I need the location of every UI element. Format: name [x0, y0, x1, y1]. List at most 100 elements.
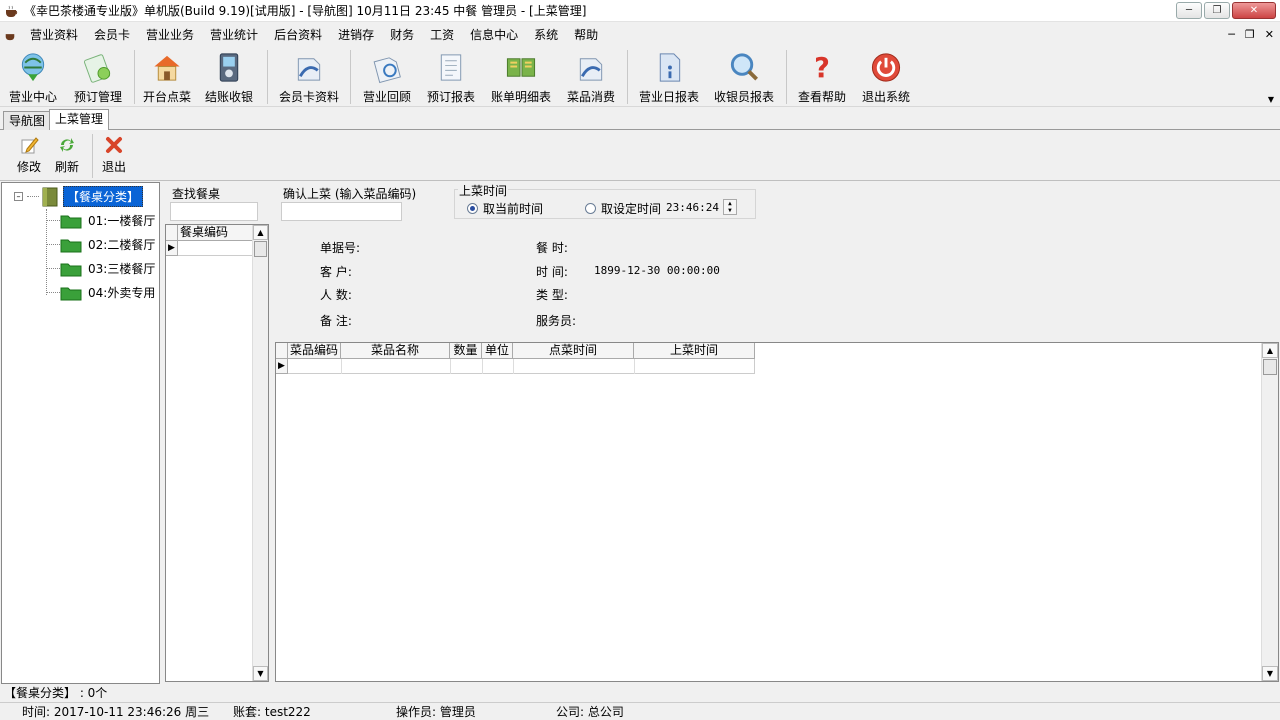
- toolbar-overflow-icon[interactable]: ▼: [1268, 95, 1274, 104]
- column-header-serve-time[interactable]: 上菜时间: [634, 343, 755, 359]
- table-category-tree: – 【餐桌分类】 01:一楼餐厅 02:二楼餐厅 03:三楼餐厅 04:外卖专用: [1, 182, 160, 684]
- spin-down-icon[interactable]: ▼: [724, 207, 736, 214]
- business-center-button[interactable]: 营业中心: [0, 47, 66, 105]
- menu-item-member-card[interactable]: 会员卡: [86, 24, 138, 46]
- scroll-down-icon[interactable]: ▼: [253, 666, 268, 681]
- serve-panel: 确认上菜 (输入菜品编码) 上菜时间 取当前时间 取设定时间 23:46:24 …: [274, 182, 1280, 684]
- toolbar-separator: [627, 50, 628, 104]
- customer-label: 客 户:: [320, 265, 352, 279]
- status-operator: 操作员: 管理员: [396, 705, 476, 719]
- reservation-report-button[interactable]: 预订报表: [419, 47, 483, 105]
- scroll-thumb[interactable]: [254, 241, 267, 257]
- scroll-up-icon[interactable]: ▲: [1262, 343, 1278, 358]
- bill-detail-button[interactable]: 账单明细表: [483, 47, 559, 105]
- checkout-button[interactable]: 结账收银: [195, 47, 263, 105]
- menu-item-business-stats[interactable]: 营业统计: [202, 24, 266, 46]
- refresh-button[interactable]: 刷新: [50, 131, 84, 180]
- app-icon: [6, 5, 18, 17]
- tab-navigation[interactable]: 导航图: [3, 111, 52, 130]
- menu-item-business-ops[interactable]: 营业业务: [138, 24, 202, 46]
- tree-root[interactable]: – 【餐桌分类】: [14, 186, 144, 207]
- find-table-label: 查找餐桌: [172, 187, 221, 201]
- power-icon: [871, 53, 901, 82]
- menu-item-backend-data[interactable]: 后台资料: [266, 24, 330, 46]
- toolbar-separator: [786, 50, 787, 104]
- exit-icon: [106, 137, 122, 153]
- restore-button[interactable]: ❐: [1204, 2, 1230, 19]
- tree-status: 【餐桌分类】 : 0个: [4, 686, 108, 700]
- column-header-table-code[interactable]: 餐桌编码: [178, 225, 254, 241]
- toolbar-separator: [134, 50, 135, 104]
- svg-text:?: ?: [814, 53, 830, 84]
- table-row[interactable]: [178, 241, 254, 256]
- checkout-icon: [219, 53, 239, 82]
- app-menu-icon[interactable]: [4, 29, 16, 41]
- type-label: 类 型:: [536, 288, 568, 302]
- row-indicator-icon: ▶: [276, 359, 288, 374]
- close-button[interactable]: ✕: [1232, 2, 1276, 19]
- tree-root-label[interactable]: 【餐桌分类】: [63, 186, 144, 207]
- menu-item-salary[interactable]: 工资: [422, 24, 462, 46]
- mdi-minimize-icon[interactable]: ─: [1228, 24, 1235, 46]
- table-code-grid[interactable]: 餐桌编码 ▶ ▲ ▼: [165, 224, 269, 682]
- mdi-controls: ─ ❐ ✕: [1228, 24, 1274, 46]
- member-card-button[interactable]: 会员卡资料: [272, 47, 346, 105]
- scroll-up-icon[interactable]: ▲: [253, 225, 268, 240]
- dish-consumption-button[interactable]: 菜品消费: [559, 47, 623, 105]
- open-table-button[interactable]: 开台点菜: [139, 47, 195, 105]
- exit-system-button[interactable]: 退出系统: [853, 47, 919, 105]
- mdi-restore-icon[interactable]: ❐: [1245, 24, 1255, 46]
- tree-node-floor3[interactable]: 03:三楼餐厅: [60, 260, 155, 277]
- mdi-close-icon[interactable]: ✕: [1265, 24, 1274, 46]
- tab-serve-management[interactable]: 上菜管理: [49, 109, 110, 130]
- radio-current-time[interactable]: 取当前时间: [467, 200, 543, 217]
- open-table-icon: [154, 55, 180, 81]
- time-value: 1899-12-30 00:00:00: [594, 264, 720, 277]
- edit-button[interactable]: 修改: [14, 131, 44, 180]
- menu-item-help[interactable]: 帮助: [566, 24, 606, 46]
- menu-item-inventory[interactable]: 进销存: [330, 24, 382, 46]
- menu-item-info-center[interactable]: 信息中心: [462, 24, 526, 46]
- find-table-input[interactable]: [170, 202, 258, 221]
- radio-custom-time[interactable]: 取设定时间: [585, 200, 661, 217]
- menu-bar: 营业资料 会员卡 营业业务 营业统计 后台资料 进销存 财务 工资 信息中心 系…: [0, 24, 1280, 46]
- review-button[interactable]: 营业回顾: [355, 47, 419, 105]
- column-header-dish-code[interactable]: 菜品编码: [288, 343, 341, 359]
- reservation-icon: [83, 54, 111, 83]
- exit-button[interactable]: 退出: [99, 131, 129, 180]
- toolbar-separator: [267, 50, 268, 104]
- column-header-quantity[interactable]: 数量: [450, 343, 482, 359]
- minimize-button[interactable]: ─: [1176, 2, 1202, 19]
- tree-node-takeout[interactable]: 04:外卖专用: [60, 284, 155, 301]
- tree-node-floor1[interactable]: 01:一楼餐厅: [60, 212, 155, 229]
- review-icon: [373, 57, 401, 84]
- time-spinner[interactable]: ▲ ▼: [722, 199, 737, 215]
- column-header-unit[interactable]: 单位: [482, 343, 513, 359]
- menu-item-business-data[interactable]: 营业资料: [22, 24, 86, 46]
- dish-grid[interactable]: 菜品编码 菜品名称 数量 单位 点菜时间 上菜时间 ▶ ▲ ▼: [275, 342, 1279, 682]
- member-card-icon: [297, 58, 321, 81]
- tree-collapse-toggle[interactable]: –: [14, 192, 23, 201]
- scroll-down-icon[interactable]: ▼: [1262, 666, 1278, 681]
- edit-icon: [21, 137, 39, 154]
- column-header-order-time[interactable]: 点菜时间: [513, 343, 634, 359]
- vertical-scrollbar[interactable]: ▲ ▼: [1261, 343, 1278, 681]
- reservation-report-icon: [440, 54, 462, 81]
- reservation-button[interactable]: 预订管理: [66, 47, 130, 105]
- daily-report-button[interactable]: 营业日报表: [632, 47, 706, 105]
- serve-time-value[interactable]: 23:46:24: [666, 201, 719, 214]
- serve-time-picker[interactable]: 23:46:24 ▲ ▼: [666, 198, 738, 216]
- vertical-scrollbar[interactable]: ▲ ▼: [252, 225, 268, 681]
- menu-item-system[interactable]: 系统: [526, 24, 566, 46]
- tree-node-floor2[interactable]: 02:二楼餐厅: [60, 236, 155, 253]
- table-row[interactable]: [288, 359, 755, 374]
- spin-up-icon[interactable]: ▲: [724, 200, 736, 207]
- dish-code-input[interactable]: [281, 202, 402, 221]
- cashier-report-button[interactable]: 收银员报表: [706, 47, 782, 105]
- help-button[interactable]: ? 查看帮助: [791, 47, 853, 105]
- window-controls: ─ ❐ ✕: [1176, 2, 1276, 19]
- confirm-serve-label: 确认上菜 (输入菜品编码): [283, 187, 417, 201]
- menu-item-finance[interactable]: 财务: [382, 24, 422, 46]
- scroll-thumb[interactable]: [1263, 359, 1277, 375]
- column-header-dish-name[interactable]: 菜品名称: [341, 343, 450, 359]
